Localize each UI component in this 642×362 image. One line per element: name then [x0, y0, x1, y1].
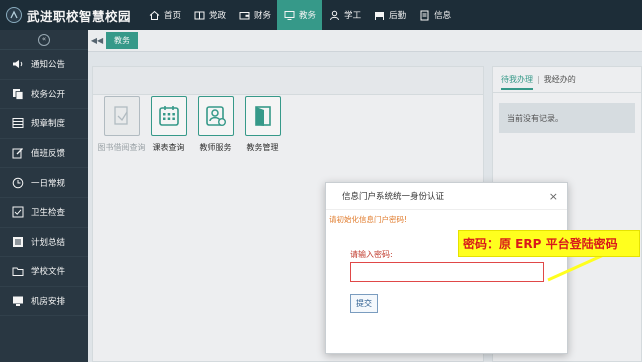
dialog-header: 信息门户系统统一身份认证 ×: [326, 183, 567, 210]
password-label: 请输入密码:: [350, 250, 393, 259]
close-icon[interactable]: ×: [549, 191, 558, 202]
submit-button[interactable]: 提交: [350, 294, 378, 313]
dialog-title: 信息门户系统统一身份认证: [342, 192, 445, 202]
auth-dialog: 信息门户系统统一身份认证 × 请初始化信息门户密码! 请输入密码: 提交: [325, 182, 568, 354]
annotation-callout: 密码：原 ERP 平台登陆密码: [458, 230, 640, 257]
init-warning: 请初始化信息门户密码!: [329, 215, 408, 224]
password-input[interactable]: [350, 262, 544, 282]
